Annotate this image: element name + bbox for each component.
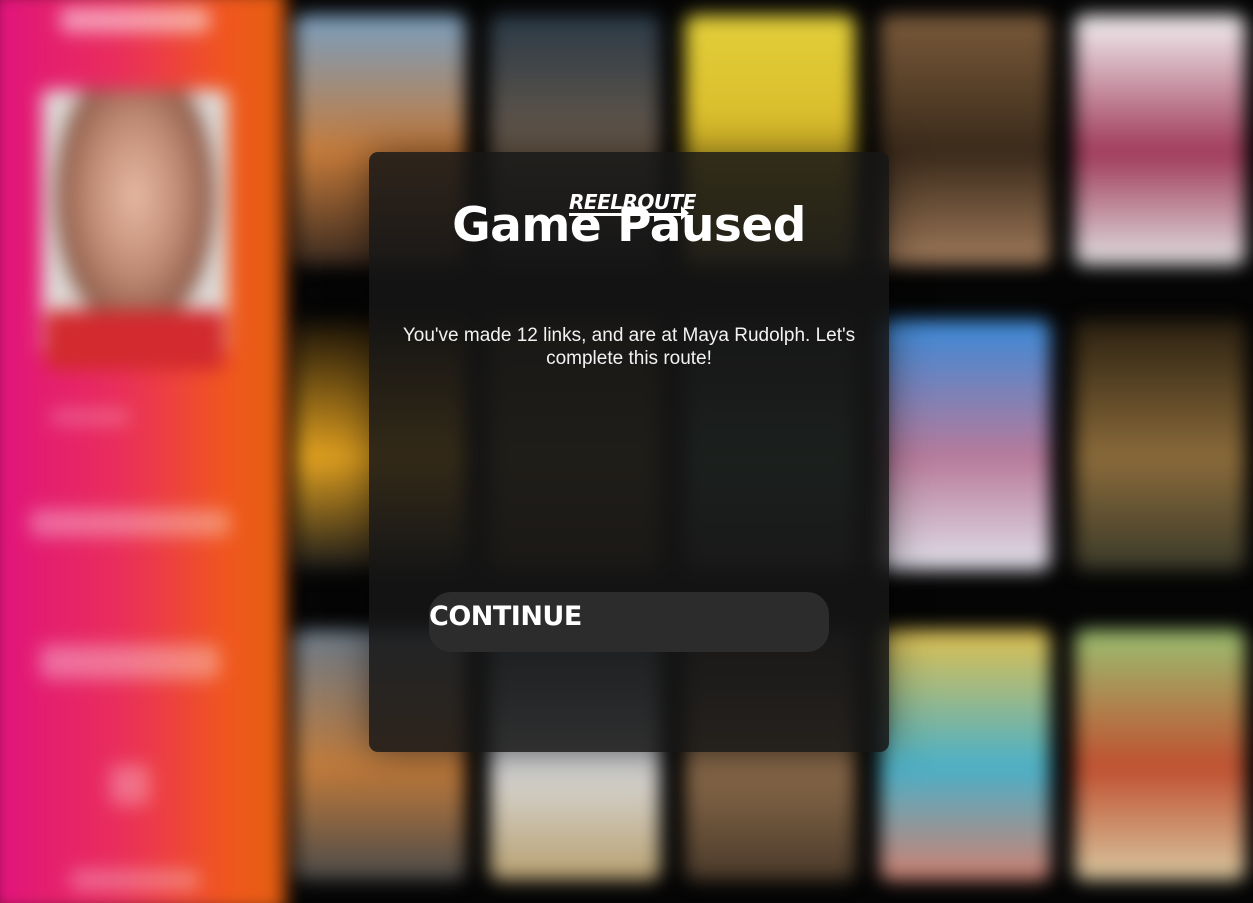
continue-button-label: CONTINUE — [429, 601, 582, 632]
movie-poster — [880, 320, 1050, 570]
logo-arrow-icon — [681, 206, 689, 220]
logo-underline — [569, 213, 687, 216]
continue-button[interactable]: CONTINUE — [429, 592, 829, 652]
panel-text-line — [70, 870, 200, 890]
movie-poster — [1075, 630, 1245, 880]
panel-text-line — [40, 645, 220, 679]
pause-modal: REELROUTE Game Paused You've made 12 lin… — [369, 152, 889, 752]
actor-photo-shirt — [45, 310, 225, 370]
movie-poster — [1075, 15, 1245, 265]
current-actor-panel — [0, 0, 285, 903]
game-screen: REELROUTE Game Paused You've made 12 lin… — [0, 0, 1253, 903]
movie-poster — [880, 15, 1050, 265]
panel-text-line — [30, 510, 230, 536]
movie-poster — [880, 630, 1050, 880]
reelroute-logo: REELROUTE — [569, 190, 696, 214]
panel-text-line — [50, 410, 130, 424]
panel-icon — [110, 765, 150, 805]
panel-header — [60, 8, 210, 32]
movie-poster — [1075, 320, 1245, 570]
progress-message: You've made 12 links, and are at Maya Ru… — [402, 325, 856, 369]
